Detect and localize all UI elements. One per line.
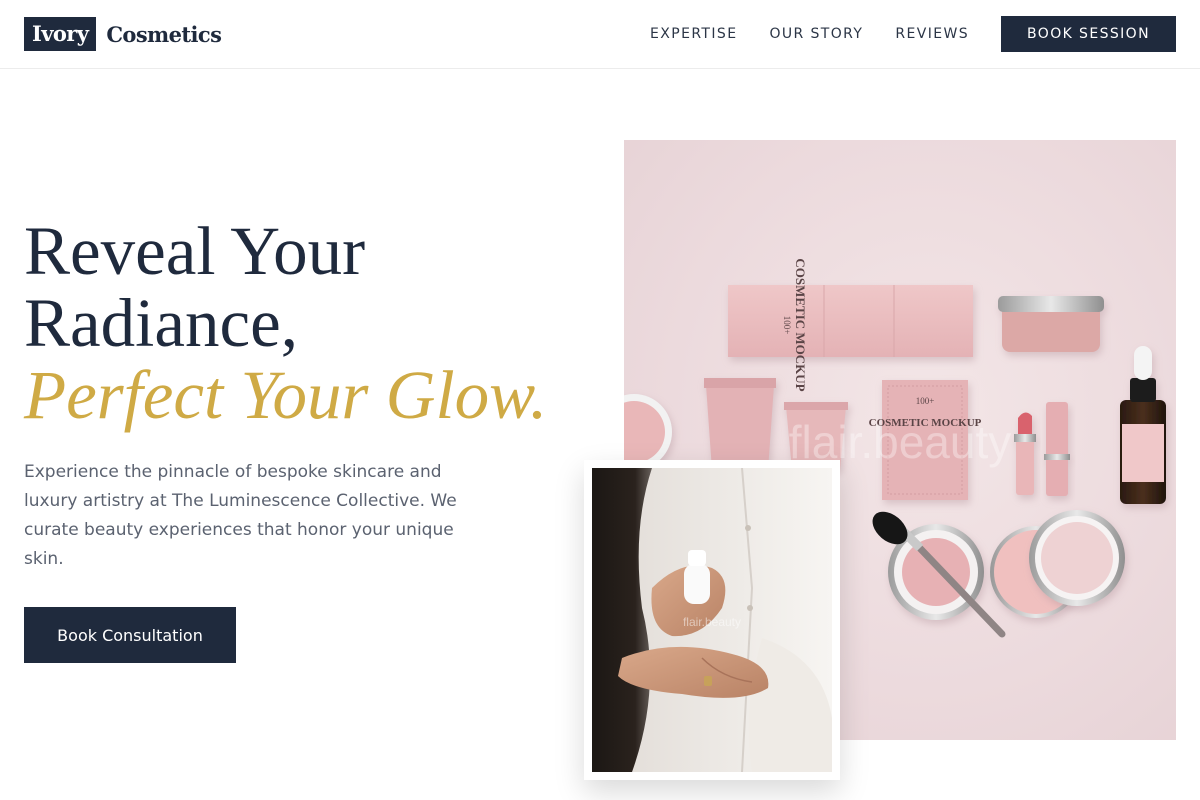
sachet-number: 100+ <box>916 396 935 406</box>
logo-mark: Ivory <box>24 17 97 51</box>
main-nav: EXPERTISE OUR STORY REVIEWS BOOK SESSION <box>650 16 1176 52</box>
hero-secondary-image-frame: flair.beauty <box>584 460 840 780</box>
dropper-bottle <box>1120 346 1166 504</box>
hero-heading-accent: Perfect Your Glow. <box>24 357 548 433</box>
hero-heading: Reveal Your Radiance, Perfect Your Glow. <box>24 215 594 431</box>
long-box-label: COSMETIC MOCKUP <box>793 258 808 391</box>
jar-left <box>624 394 672 470</box>
compact-lid <box>1029 510 1125 606</box>
logo-wordmark: Cosmetics <box>106 21 222 47</box>
lipstick-1 <box>1014 412 1036 495</box>
brand-logo[interactable]: Ivory Cosmetics <box>24 17 222 51</box>
nav-link-reviews[interactable]: REVIEWS <box>895 16 969 52</box>
nav-link-our-story[interactable]: OUR STORY <box>769 16 863 52</box>
hero-heading-line-1: Reveal Your <box>24 213 366 289</box>
secondary-image-watermark: flair.beauty <box>683 615 741 629</box>
book-consultation-button[interactable]: Book Consultation <box>24 607 236 663</box>
hero-description: Experience the pinnacle of bespoke skinc… <box>24 462 457 569</box>
tube-large <box>704 378 776 470</box>
lipstick-2 <box>1044 402 1070 496</box>
jar-top <box>998 296 1104 352</box>
nav-link-expertise[interactable]: EXPERTISE <box>650 16 737 52</box>
book-session-button[interactable]: BOOK SESSION <box>1001 16 1176 52</box>
hero-secondary-image: flair.beauty <box>592 468 832 772</box>
long-box <box>728 285 973 357</box>
site-header: Ivory Cosmetics EXPERTISE OUR STORY REVI… <box>0 0 1200 69</box>
hands-lotion-illustration: flair.beauty <box>618 468 832 772</box>
hero-heading-line-2: Radiance, <box>24 285 298 361</box>
long-box-number: 100+ <box>782 316 792 335</box>
